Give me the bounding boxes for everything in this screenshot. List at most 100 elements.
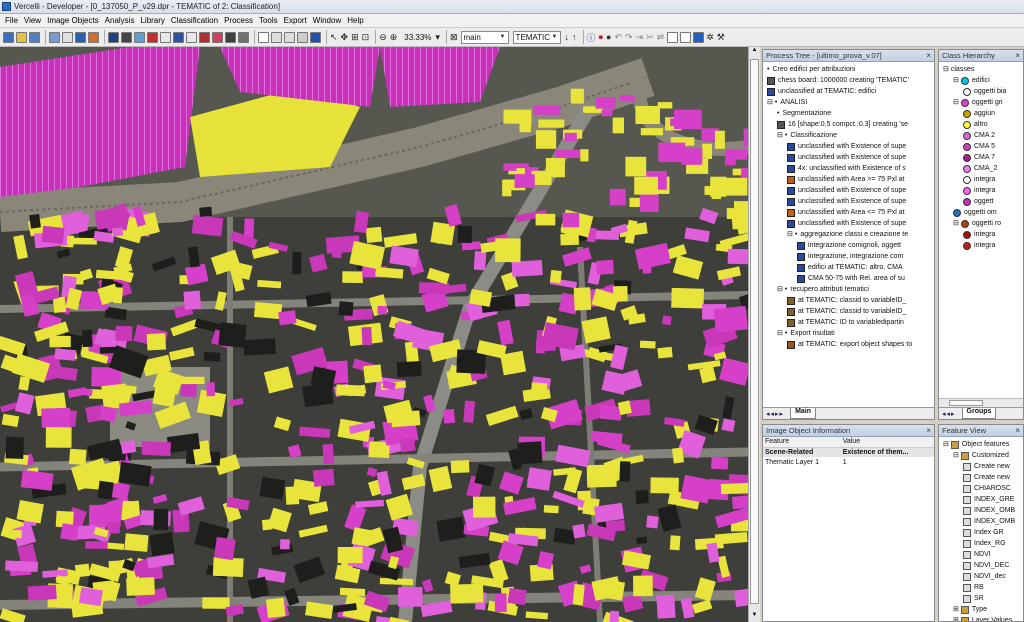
building-object[interactable] <box>5 436 24 459</box>
zoom-area-icon[interactable]: ⊞ <box>351 32 359 43</box>
building-object[interactable] <box>183 290 202 310</box>
horizontal-scrollbar[interactable] <box>939 398 1023 407</box>
building-object[interactable] <box>726 208 748 219</box>
tree-item[interactable]: Index GR <box>963 527 1004 538</box>
building-object[interactable] <box>595 259 614 275</box>
building-object[interactable] <box>149 531 176 557</box>
split-vertical-icon[interactable] <box>284 31 295 43</box>
classes-icon[interactable] <box>88 31 99 43</box>
tree-item[interactable]: integra <box>963 229 995 240</box>
building-object[interactable] <box>342 271 363 284</box>
building-object[interactable] <box>714 130 725 149</box>
zoom-out-icon[interactable]: ⊖ <box>379 32 387 43</box>
menu-item-file[interactable]: File <box>2 16 21 25</box>
link-icon[interactable]: ⇌ <box>657 32 665 43</box>
info-icon[interactable]: ⓘ <box>587 31 596 44</box>
building-object[interactable] <box>60 523 80 541</box>
building-object[interactable] <box>619 95 635 102</box>
tree-item[interactable]: NDVI_dec <box>963 571 1006 582</box>
building-object[interactable] <box>278 310 297 326</box>
tree-item[interactable]: ⊟ • Classificazione <box>777 130 837 141</box>
tree-item[interactable]: unclassified at TEMATIC: edifici <box>767 86 876 97</box>
building-object[interactable] <box>120 440 137 455</box>
building-object[interactable] <box>199 206 213 217</box>
building-object[interactable] <box>312 468 335 487</box>
view-layer-icon[interactable] <box>121 31 132 43</box>
building-object[interactable] <box>671 287 704 309</box>
building-object[interactable] <box>535 130 557 149</box>
building-object[interactable] <box>554 149 581 158</box>
building-object[interactable] <box>266 597 286 618</box>
tree-item[interactable]: chess board: 1000000 creating 'TEMATIC' <box>767 75 909 86</box>
tree-item[interactable]: edifici at TEMATIC: altro, CMA <box>797 262 903 273</box>
building-object[interactable] <box>363 364 383 384</box>
building-object[interactable] <box>243 218 255 238</box>
hand-pan-icon[interactable]: ✥ <box>341 32 349 43</box>
building-object[interactable] <box>280 539 290 550</box>
tree-item[interactable]: aggiun <box>963 108 995 119</box>
scroll-thumb[interactable] <box>750 59 759 604</box>
tree-item[interactable]: ⊟ • Export risultati <box>777 328 835 339</box>
building-object[interactable] <box>507 587 527 606</box>
menu-item-help[interactable]: Help <box>344 16 366 25</box>
building-object[interactable] <box>629 197 641 207</box>
building-object[interactable] <box>656 594 676 619</box>
level-down-icon[interactable]: ↓ <box>565 32 570 42</box>
collapse-icon[interactable]: ⊟ <box>787 229 793 240</box>
tree-item[interactable]: CHIAROSC <box>963 483 1011 494</box>
building-object[interactable] <box>572 523 586 539</box>
building-object[interactable] <box>514 174 535 188</box>
tree-item[interactable]: ⊞ Layer Values <box>953 615 1012 621</box>
tree-item[interactable]: • Segmentazione <box>777 108 831 119</box>
building-object[interactable] <box>365 226 383 244</box>
menu-item-export[interactable]: Export <box>281 16 310 25</box>
building-object[interactable] <box>112 287 123 304</box>
split-quad-icon[interactable] <box>297 31 308 43</box>
save-project-icon[interactable] <box>29 31 40 43</box>
menu-item-tools[interactable]: Tools <box>256 16 281 25</box>
building-object[interactable] <box>495 238 521 263</box>
building-object[interactable] <box>580 149 589 162</box>
collapse-icon[interactable]: ⊟ <box>953 450 959 461</box>
collapse-icon[interactable]: ⊟ <box>777 284 783 295</box>
tab-nav-arrows-icon[interactable]: ◂◂▸▸ <box>766 410 784 418</box>
building-object[interactable] <box>609 188 626 206</box>
fit-to-window-icon[interactable]: ⊠ <box>450 32 458 43</box>
tree-item[interactable]: SR <box>963 593 984 604</box>
help-icon[interactable]: ● <box>606 32 611 42</box>
building-object[interactable] <box>650 477 679 494</box>
building-object[interactable] <box>514 293 530 307</box>
tree-item[interactable]: ⊟ edifici <box>953 75 990 86</box>
building-object[interactable] <box>517 441 543 465</box>
load-image-icon[interactable] <box>49 31 60 43</box>
building-object[interactable] <box>702 143 712 159</box>
tree-item[interactable]: integra <box>963 174 995 185</box>
tree-item[interactable]: oggetti om <box>953 207 997 218</box>
building-object[interactable] <box>8 530 22 539</box>
building-object[interactable] <box>292 251 302 275</box>
building-object[interactable] <box>640 128 663 136</box>
building-object[interactable] <box>338 301 354 317</box>
scroll-down-icon[interactable]: ▼ <box>750 612 759 622</box>
building-object[interactable] <box>473 496 496 518</box>
select-icon[interactable]: ⇥ <box>636 32 644 43</box>
view-samples-icon[interactable] <box>147 31 158 43</box>
collapse-icon[interactable]: ⊟ <box>953 97 959 108</box>
building-object[interactable] <box>181 376 205 385</box>
building-object[interactable] <box>535 213 556 226</box>
tree-item[interactable]: 16 [shape:0.5 compct.:0.3] creating 'se <box>777 119 908 130</box>
menu-item-library[interactable]: Library <box>137 16 167 25</box>
tree-item[interactable]: altro <box>963 119 988 130</box>
tree-item[interactable]: oggetti bia <box>963 86 1006 97</box>
building-object[interactable] <box>671 447 685 464</box>
tree-item[interactable]: INDEX_OMB <box>963 505 1015 516</box>
building-object[interactable] <box>727 248 748 265</box>
building-object[interactable] <box>20 469 54 491</box>
building-object[interactable] <box>605 579 626 601</box>
building-object[interactable] <box>572 583 585 606</box>
building-object[interactable] <box>635 489 649 505</box>
building-object[interactable] <box>52 296 67 314</box>
building-object[interactable] <box>361 326 373 346</box>
building-object[interactable] <box>206 382 215 397</box>
building-object[interactable] <box>29 213 41 229</box>
